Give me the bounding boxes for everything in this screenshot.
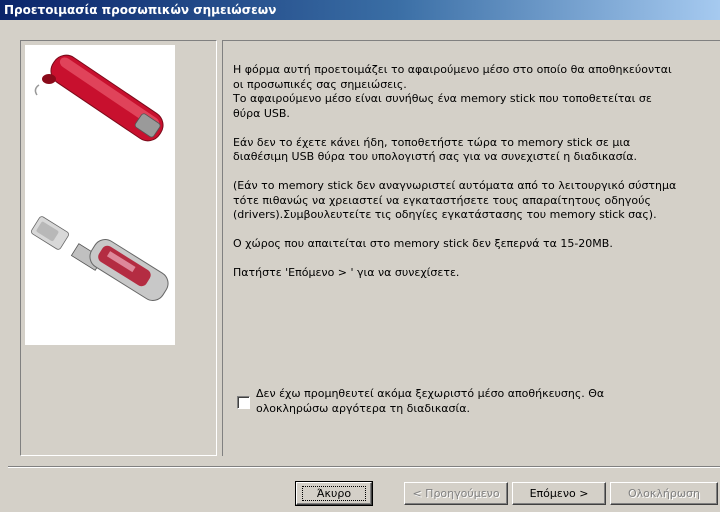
no-media-checkbox-label[interactable]: Δεν έχω προμηθευτεί ακόμα ξεχωριστό μέσο… [256,387,604,416]
instructions-text: Η φόρμα αυτή προετοιμάζει το αφαιρούμενο… [233,63,705,295]
illustration-image [25,45,175,345]
no-media-option[interactable]: Δεν έχω προμηθευτεί ακόμα ξεχωριστό μέσο… [237,387,697,416]
silver-red-usb-stick-icon [31,216,169,301]
illustration-panel [20,40,217,456]
next-button[interactable]: Επόμενο > [512,482,606,505]
instruction-paragraph: Πατήστε 'Επόμενο > ' για να συνεχίσετε. [233,266,460,279]
cancel-button[interactable]: Άκυρο [295,481,373,506]
window-title: Προετοιμασία προσωπικών σημειώσεων [0,0,720,20]
instruction-paragraph: Η φόρμα αυτή προετοιμάζει το αφαιρούμενο… [233,63,672,120]
finish-button[interactable]: Ολοκλήρωση [610,482,718,505]
instruction-paragraph: (Εάν το memory stick δεν αναγνωριστεί αυ… [233,179,677,221]
usb-illustration [31,54,169,301]
red-usb-stick-icon [34,54,164,142]
previous-button[interactable]: < Προηγούμενο [404,482,508,505]
content-panel: Η φόρμα αυτή προετοιμάζει το αφαιρούμενο… [222,40,720,456]
button-separator [8,466,720,468]
no-media-checkbox[interactable] [237,396,250,409]
instruction-paragraph: Ο χώρος που απαιτείται στο memory stick … [233,237,613,250]
cancel-button-label: Άκυρο [301,486,367,501]
instruction-paragraph: Εάν δεν το έχετε κάνει ήδη, τοποθετήστε … [233,135,638,164]
